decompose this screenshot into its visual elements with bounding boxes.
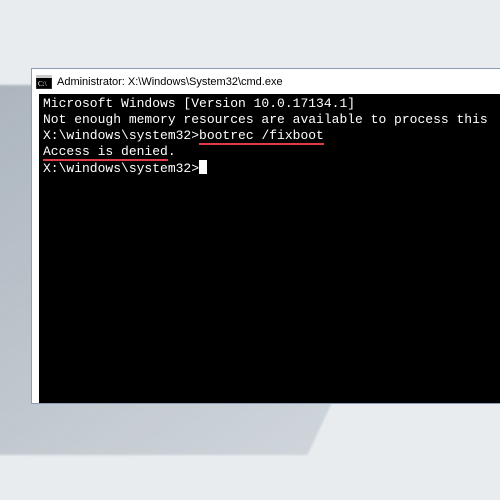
prompt-text: X:\windows\system32> [43, 128, 199, 143]
prompt-text: X:\windows\system32> [43, 161, 199, 176]
titlebar[interactable]: C:\ Administrator: X:\Windows\System32\c… [32, 69, 500, 94]
console-response: Access is denied. [43, 144, 500, 160]
console-prompt-line: X:\windows\system32> [43, 160, 500, 177]
window-title: Administrator: X:\Windows\System32\cmd.e… [57, 76, 283, 88]
console-area[interactable]: Microsoft Windows [Version 10.0.17134.1]… [39, 94, 500, 403]
console-line: Microsoft Windows [Version 10.0.17134.1] [43, 96, 500, 112]
response-period: . [168, 144, 176, 159]
cmd-icon: C:\ [36, 75, 52, 89]
console-prompt-line: X:\windows\system32>bootrec /fixboot [43, 128, 500, 144]
response-text: Access is denied [43, 144, 168, 159]
cmd-window: C:\ Administrator: X:\Windows\System32\c… [31, 68, 500, 404]
cursor [199, 160, 207, 174]
svg-text:C:\: C:\ [38, 80, 47, 88]
console-line: Not enough memory resources are availabl… [43, 112, 500, 128]
command-text: bootrec /fixboot [199, 128, 324, 143]
